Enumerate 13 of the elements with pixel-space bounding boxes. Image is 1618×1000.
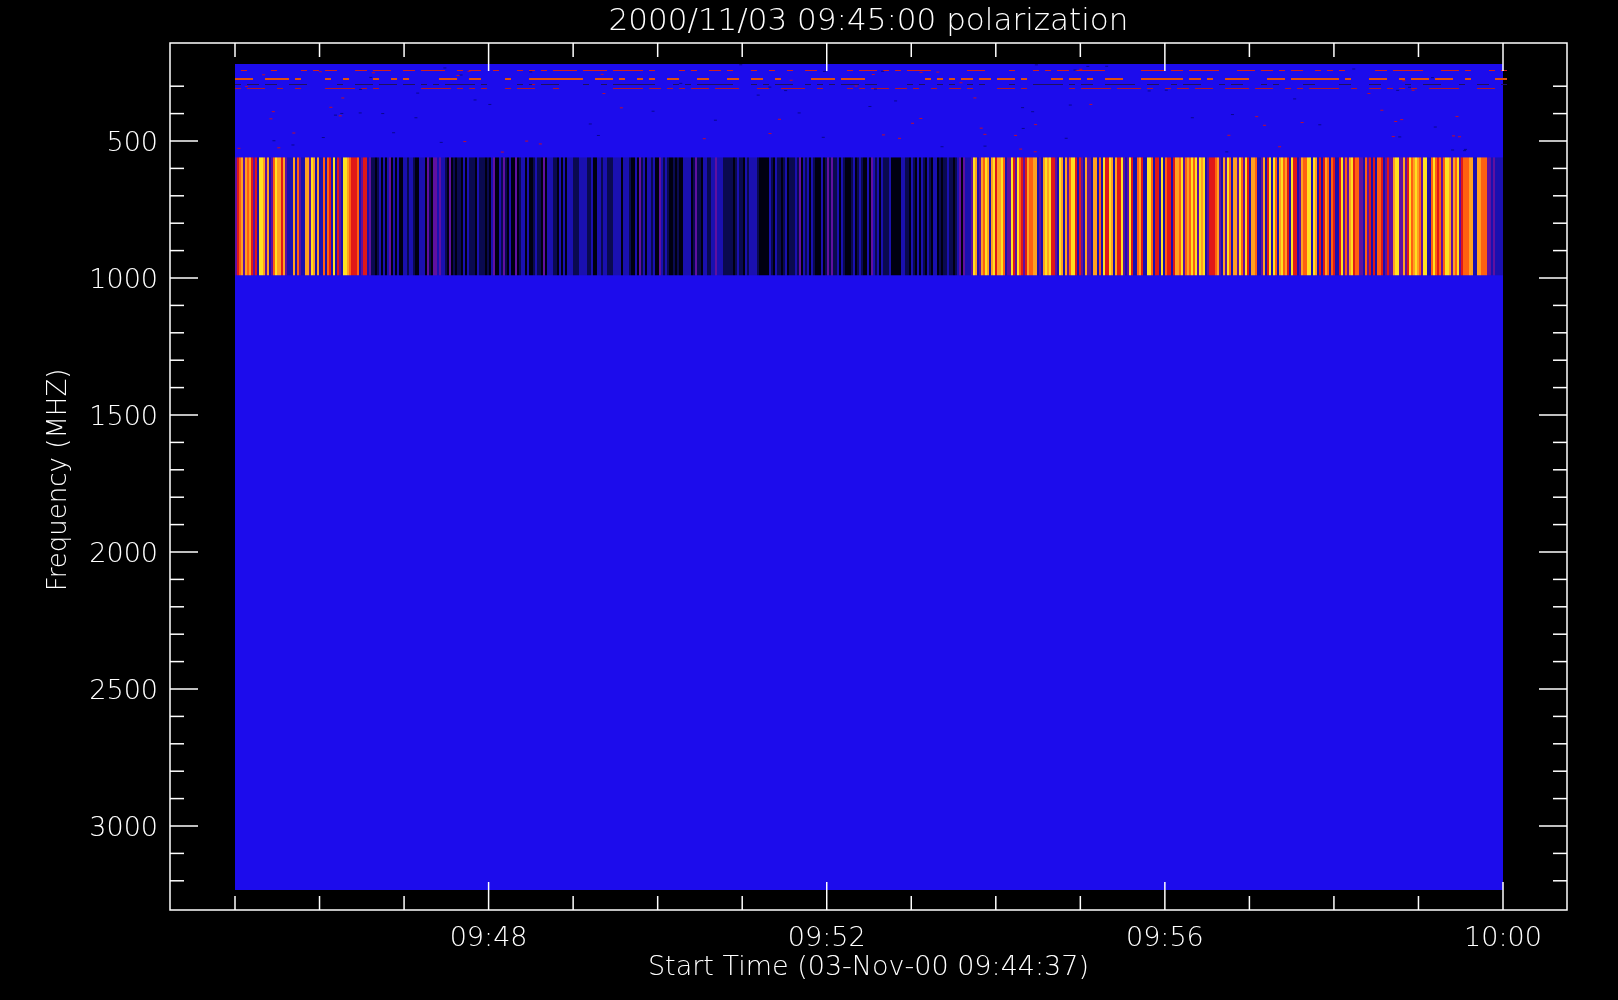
tick-label: 1000 (89, 263, 158, 294)
axis-label: Frequency (MHZ) (42, 368, 72, 592)
tick-label: 500 (106, 126, 158, 157)
axis-label: Start Time (03-Nov-00 09:44:37) (648, 950, 1089, 981)
tick-label: 3000 (89, 811, 158, 842)
tick-label: 2500 (89, 674, 158, 705)
tick-label: 09:48 (449, 921, 528, 952)
tick-label: 10:00 (1464, 921, 1542, 952)
tick-label: 2000 (89, 537, 158, 568)
tick-label: 09:56 (1125, 921, 1204, 952)
plot-title: 2000/11/03 09:45:00 polarization (608, 1, 1129, 37)
tick-label: 1500 (89, 400, 158, 431)
tick-label: 09:52 (787, 921, 866, 952)
